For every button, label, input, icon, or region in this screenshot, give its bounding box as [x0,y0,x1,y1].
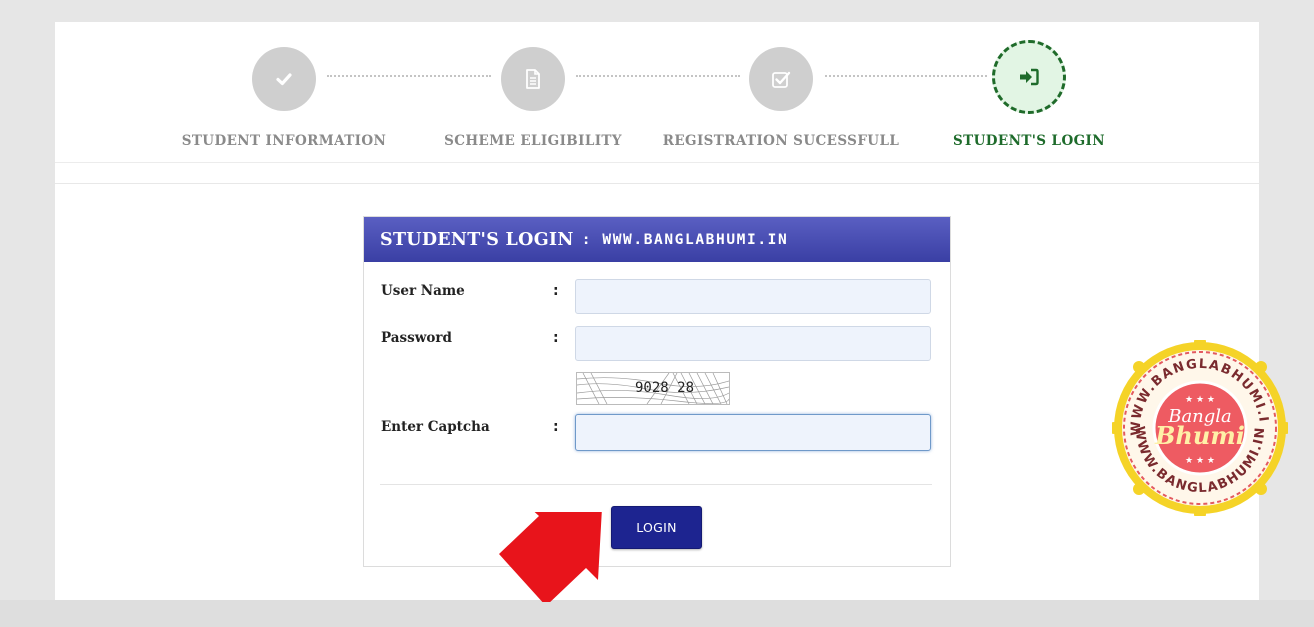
password-label: Password [381,330,452,346]
username-input[interactable] [575,279,931,314]
login-title-site: : WWW.BANGLABHUMI.IN [581,231,789,248]
sign-in-icon [1020,68,1039,86]
step-label: SCHEME ELIGIBILITY [444,133,622,149]
colon: : [553,330,559,346]
login-header: STUDENT'S LOGIN : WWW.BANGLABHUMI.IN [364,217,950,262]
page-bottom-strip [0,600,1314,627]
step-label: STUDENT INFORMATION [181,133,387,149]
registration-panel: STUDENT INFORMATION SCHEME ELIGIBILITY R… [55,22,1259,600]
captcha-label: Enter Captcha [381,419,490,435]
login-title: STUDENT'S LOGIN [380,229,574,250]
check-icon [276,73,292,86]
star-icon: ★ ★ ★ [1185,395,1215,405]
red-arrow-icon [499,512,602,602]
divider [55,183,1259,184]
captcha-pattern: 9028 28 [576,372,730,405]
checkbox-icon [772,71,791,88]
step-label: REGISTRATION SUCESSFULL [662,133,900,149]
colon: : [553,419,559,435]
banglabhumi-watermark-logo: WWW.BANGLABHUMI.IN WWW.BANGLABHUMI.IN ★ … [1112,340,1288,516]
badge-brand-bottom: Bhumi [1154,421,1245,450]
step-students-login: STUDENT'S LOGIN [909,22,1149,184]
star-icon: ★ ★ ★ [1185,456,1215,466]
document-icon [526,69,540,89]
password-input[interactable] [575,326,931,361]
login-form: STUDENT'S LOGIN : WWW.BANGLABHUMI.IN Use… [363,216,951,567]
colon: : [553,283,559,299]
captcha-text: 9028 28 [635,380,694,396]
captcha-image: 9028 28 [576,372,730,405]
login-button[interactable]: LOGIN [611,506,702,549]
form-separator [380,484,932,485]
step-label-active: STUDENT'S LOGIN [953,133,1105,149]
username-label: User Name [381,283,465,299]
divider [55,162,1259,163]
step-registration-successful: REGISTRATION SUCESSFULL [661,22,901,184]
progress-wizard: STUDENT INFORMATION SCHEME ELIGIBILITY R… [55,22,1259,184]
step-scheme-eligibility: SCHEME ELIGIBILITY [413,22,653,184]
step-student-information: STUDENT INFORMATION [164,22,404,184]
captcha-input[interactable] [575,414,931,451]
